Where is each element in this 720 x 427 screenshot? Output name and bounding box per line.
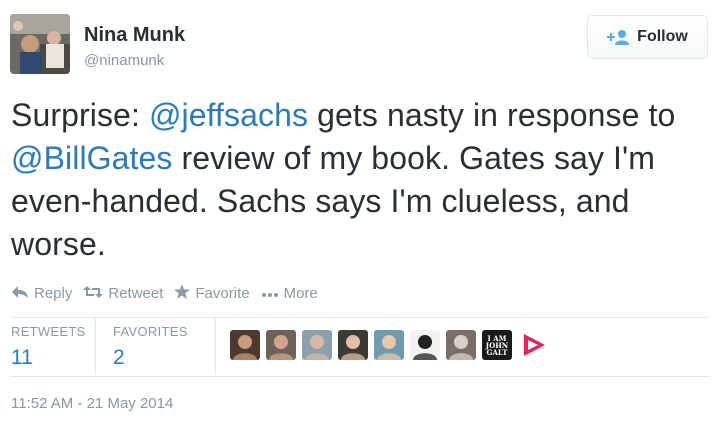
face-head xyxy=(418,335,432,349)
tweet-text-segment: gets nasty in response to xyxy=(308,97,676,133)
favoriter-avatar[interactable] xyxy=(266,330,296,360)
favoriter-avatar[interactable] xyxy=(410,330,440,360)
timestamp-divider xyxy=(10,376,710,377)
follow-button[interactable]: Follow xyxy=(587,15,708,59)
follow-label: Follow xyxy=(637,28,688,45)
face-silhouette xyxy=(449,335,473,360)
retweet-button[interactable]: Retweet xyxy=(83,285,163,303)
author-handle[interactable]: @ninamunk xyxy=(84,52,164,69)
face-head xyxy=(238,335,252,349)
author-avatar[interactable] xyxy=(10,14,70,74)
favoriter-avatar[interactable] xyxy=(338,330,368,360)
face-silhouette xyxy=(233,335,257,360)
favorites-count: 2 xyxy=(113,346,125,369)
favorited-by-avatars: I AM JOHN GALT xyxy=(230,330,512,360)
retweets-stat[interactable]: RETWEETS 11 xyxy=(11,324,86,370)
face-silhouette xyxy=(305,335,329,360)
face-head xyxy=(274,335,288,349)
star-icon xyxy=(174,284,191,303)
face-head xyxy=(346,335,360,349)
more-button[interactable]: More xyxy=(261,285,318,302)
avatar-text-line: GALT xyxy=(486,347,508,357)
add-user-icon xyxy=(607,29,630,45)
face-silhouette xyxy=(377,335,401,360)
face-body xyxy=(269,353,293,360)
face-silhouette xyxy=(341,335,365,360)
face-body xyxy=(413,353,437,360)
favorites-stat[interactable]: FAVORITES 2 xyxy=(113,324,188,370)
play-arrow-icon[interactable] xyxy=(520,331,548,359)
mention-link-billgates[interactable]: @BillGates xyxy=(11,140,173,176)
favorites-label: FAVORITES xyxy=(113,324,188,339)
stats-separator xyxy=(215,318,216,374)
face-body xyxy=(449,353,473,360)
stats-top-divider xyxy=(10,317,710,318)
face-head xyxy=(382,335,396,349)
face-body xyxy=(305,353,329,360)
author-name[interactable]: Nina Munk xyxy=(84,24,185,47)
tweet-text: Surprise: @jeffsachs gets nasty in respo… xyxy=(11,94,711,266)
avatar-text: I AM JOHN GALT xyxy=(482,330,512,360)
retweet-icon xyxy=(83,285,104,303)
favoriter-avatar[interactable] xyxy=(446,330,476,360)
reply-button[interactable]: Reply xyxy=(11,285,72,303)
face-body xyxy=(377,353,401,360)
face-head xyxy=(310,335,324,349)
more-label: More xyxy=(283,285,318,302)
face-body xyxy=(233,353,257,360)
tweet-text-segment: Surprise: xyxy=(11,97,149,133)
mention-link-jeffsachs[interactable]: @jeffsachs xyxy=(149,97,308,133)
favoriter-avatar[interactable] xyxy=(302,330,332,360)
favorite-button[interactable]: Favorite xyxy=(174,284,250,303)
face-silhouette xyxy=(413,335,437,360)
tweet-actions: Reply Retweet Favorite More xyxy=(11,284,329,303)
favoriter-avatar[interactable]: I AM JOHN GALT xyxy=(482,330,512,360)
retweets-count: 11 xyxy=(11,346,33,369)
favoriter-avatar[interactable] xyxy=(374,330,404,360)
tweet-timestamp[interactable]: 11:52 AM - 21 May 2014 xyxy=(11,395,173,412)
stats-separator xyxy=(95,318,96,374)
face-head xyxy=(454,335,468,349)
face-silhouette xyxy=(269,335,293,360)
reply-icon xyxy=(11,285,29,303)
retweets-label: RETWEETS xyxy=(11,324,86,339)
ellipsis-icon xyxy=(261,285,279,302)
reply-label: Reply xyxy=(34,285,73,302)
favorite-label: Favorite xyxy=(195,285,250,302)
retweet-label: Retweet xyxy=(108,285,164,302)
face-body xyxy=(341,353,365,360)
favoriter-avatar[interactable] xyxy=(230,330,260,360)
